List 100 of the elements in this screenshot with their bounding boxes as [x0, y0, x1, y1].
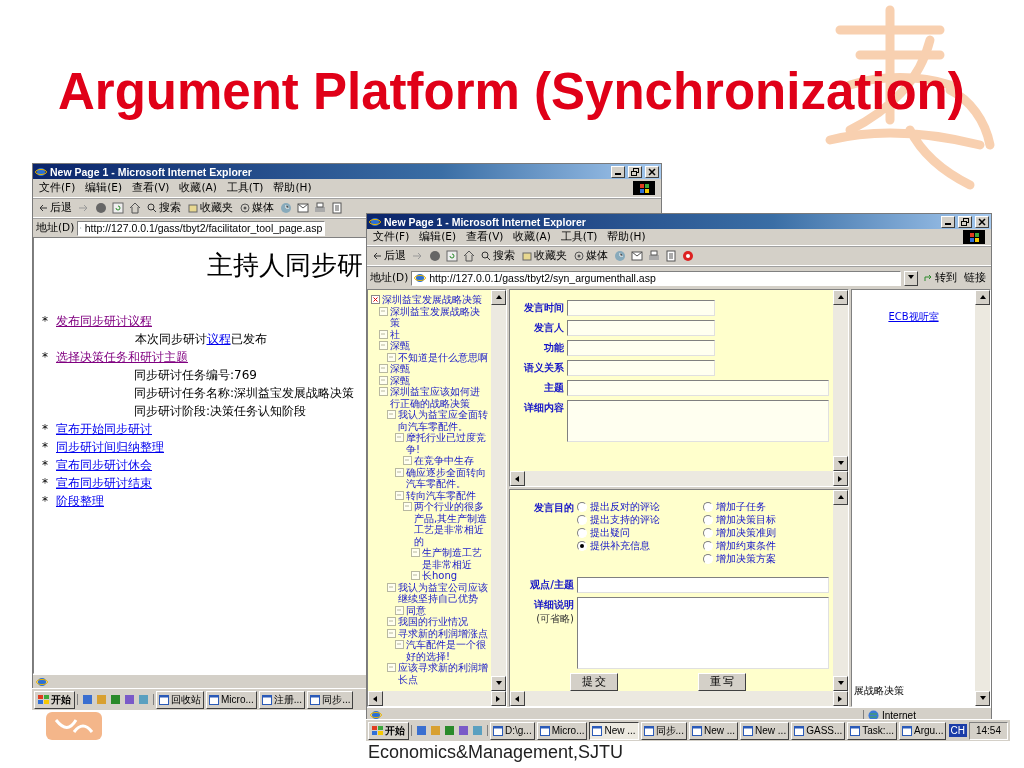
quick-launch-icon[interactable] [472, 725, 483, 736]
menu-item[interactable]: 查看(V) [466, 230, 504, 244]
radio-option[interactable]: 增加决策目标 [703, 513, 821, 526]
tree-item[interactable]: 不知道是什么意思啊 [398, 351, 488, 363]
taskbar-button[interactable]: 同步... [307, 690, 354, 709]
quick-launch-icon[interactable] [138, 694, 149, 705]
radio-button[interactable] [703, 540, 713, 551]
scrollbar[interactable] [833, 290, 848, 471]
node-icon[interactable] [395, 490, 404, 500]
input-field[interactable] [567, 320, 715, 336]
tree-item[interactable]: 两个行业的很多产品,其生产制造工艺是非常相近的 [414, 501, 488, 547]
minimize-button[interactable] [611, 165, 625, 178]
node-icon[interactable] [379, 364, 388, 373]
tree-item[interactable]: 深圳益宝发展战略决策 [382, 294, 482, 306]
restore-button[interactable] [628, 165, 642, 178]
radio-option[interactable]: 提出支持的评论 [577, 513, 695, 526]
radio-button[interactable] [703, 501, 713, 512]
search-button[interactable]: 搜索 [146, 201, 182, 215]
scrollbar[interactable] [491, 290, 506, 691]
home-icon[interactable] [463, 250, 475, 262]
history-icon[interactable] [614, 250, 626, 262]
scrollbar[interactable] [510, 471, 848, 486]
mail-icon[interactable] [631, 250, 643, 262]
go-button[interactable]: 转到 [921, 271, 959, 285]
menu-item[interactable]: 工具(T) [226, 181, 264, 195]
node-icon[interactable] [395, 467, 404, 477]
search-button[interactable]: 搜索 [480, 249, 516, 263]
quick-launch-icon[interactable] [82, 694, 93, 705]
menu-link[interactable]: 选择决策任务和研讨主题 [56, 348, 188, 366]
tree-item[interactable]: 深甄 [390, 374, 410, 386]
media-button[interactable]: 媒体 [239, 201, 275, 215]
text-area[interactable] [567, 400, 829, 442]
quick-launch-icon[interactable] [458, 725, 469, 736]
print-icon[interactable] [314, 202, 326, 214]
side-link[interactable]: ECB视听室 [888, 310, 939, 324]
tree-item[interactable]: 确应逐步全面转向汽车零配件。 [406, 466, 488, 490]
taskbar-button[interactable]: New ... [688, 721, 739, 740]
node-icon[interactable] [387, 352, 396, 362]
close-button[interactable] [645, 165, 659, 178]
address-field[interactable]: http://127.0.0.1/gass/tbyt2/facilitator_tool_page.asp [77, 220, 326, 236]
taskbar-button[interactable]: New ... [740, 721, 790, 740]
node-icon[interactable] [387, 582, 396, 592]
taskbar-button[interactable]: 注册... [258, 690, 306, 709]
stop-icon[interactable] [429, 250, 441, 262]
scrollbar[interactable] [368, 691, 506, 706]
refresh-icon[interactable] [446, 250, 458, 262]
reset-button[interactable]: 重 写 [698, 673, 746, 691]
taskbar-button[interactable]: Micro... [206, 690, 257, 709]
stop-icon[interactable] [95, 202, 107, 214]
tree-item[interactable]: 应该寻求新的利润增长点 [398, 662, 488, 685]
input-field[interactable] [577, 577, 829, 593]
menu-item[interactable]: 编辑(E) [85, 181, 123, 195]
scrollbar[interactable] [833, 490, 848, 691]
input-field[interactable] [567, 340, 715, 356]
radio-button[interactable] [577, 527, 587, 538]
input-field[interactable] [567, 380, 829, 396]
menu-link[interactable]: 阶段整理 [56, 492, 104, 510]
agenda-link[interactable]: 议程 [206, 332, 231, 346]
scrollbar[interactable] [510, 691, 848, 706]
tree-item[interactable]: 摩托行业已过度竞争! [406, 432, 488, 455]
input-field[interactable] [567, 300, 715, 316]
taskbar-button[interactable]: Micro... [536, 721, 588, 740]
menu-item[interactable]: 收藏(A) [179, 181, 217, 195]
close-button[interactable] [975, 215, 989, 228]
menu-link[interactable]: 发布同步研讨议程 [56, 312, 152, 330]
radio-button[interactable] [703, 514, 713, 525]
input-field[interactable] [567, 360, 715, 376]
radio-option[interactable]: 提出疑问 [577, 526, 695, 539]
node-icon[interactable] [403, 456, 412, 465]
submit-button[interactable]: 提 交 [570, 673, 618, 691]
minimize-button[interactable] [941, 215, 955, 228]
history-icon[interactable] [280, 202, 292, 214]
address-field[interactable]: http://127.0.0.1/gass/tbyt2/syn_argumenthall.asp [411, 270, 901, 286]
tree-item[interactable]: 社 [390, 328, 400, 340]
radio-option[interactable]: 提出反对的评论 [577, 500, 695, 513]
tree-item[interactable]: 转向汽车零配件 [406, 489, 476, 501]
menu-item[interactable]: 查看(V) [132, 181, 170, 195]
dropdown-button[interactable] [904, 270, 918, 286]
node-icon[interactable] [411, 548, 420, 557]
quick-launch-icon[interactable] [110, 694, 121, 705]
taskbar-button[interactable]: 回收站 [156, 690, 204, 709]
tree-item[interactable]: 深圳益宝应该如何进行正确的战略决策 [390, 386, 488, 409]
taskbar-button[interactable]: Task:... [847, 721, 897, 740]
quick-launch-icon[interactable] [444, 725, 455, 736]
home-icon[interactable] [129, 202, 141, 214]
node-icon[interactable] [379, 387, 388, 396]
node-icon[interactable] [379, 375, 388, 385]
node-icon[interactable] [395, 640, 404, 649]
tree-item[interactable]: 深圳益宝发展战略决策 [390, 305, 488, 329]
start-button[interactable]: 开始 [368, 721, 409, 740]
radio-option[interactable]: 增加约束条件 [703, 539, 821, 552]
menu-item[interactable]: 工具(T) [560, 230, 598, 244]
taskbar-button[interactable]: GASS... [791, 721, 846, 740]
node-icon[interactable] [379, 341, 388, 350]
radio-option[interactable]: 增加子任务 [703, 500, 821, 513]
back-button[interactable]: 后退 [37, 201, 73, 215]
back-button[interactable]: 后退 [371, 249, 407, 263]
tree-item[interactable]: 我国的行业情况 [398, 616, 468, 628]
node-icon[interactable] [379, 306, 388, 316]
menu-item[interactable]: 编辑(E) [419, 230, 457, 244]
